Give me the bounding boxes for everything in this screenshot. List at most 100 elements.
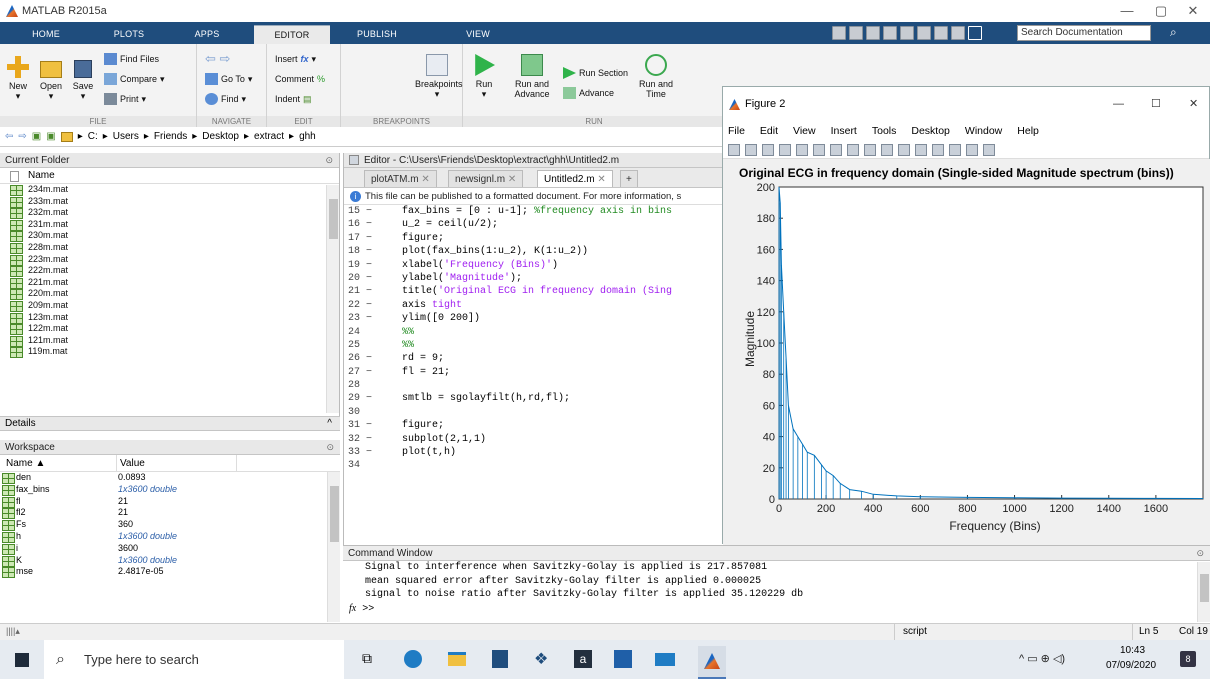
- run-button[interactable]: Run ▾: [471, 54, 497, 99]
- save-figure-icon[interactable]: [762, 143, 774, 156]
- amazon-icon[interactable]: a: [574, 650, 592, 668]
- list-item[interactable]: 209m.mat: [0, 300, 339, 312]
- command-prompt[interactable]: fx >>: [343, 602, 1210, 617]
- open-file-icon[interactable]: [745, 143, 757, 156]
- list-item[interactable]: 221m.mat: [0, 277, 339, 289]
- tab-plots[interactable]: PLOTS: [92, 25, 166, 44]
- code-line[interactable]: 33 − plot(t,h): [344, 446, 728, 459]
- list-item[interactable]: 121m.mat: [0, 335, 339, 347]
- print-button[interactable]: Print ▾: [104, 92, 146, 106]
- table-row[interactable]: fl2 21: [0, 507, 340, 520]
- comment-button[interactable]: Comment %: [275, 72, 325, 86]
- scrollbar-thumb[interactable]: [330, 486, 339, 542]
- breadcrumb-ghh[interactable]: ghh: [299, 131, 316, 142]
- back-forward-buttons[interactable]: ⇦ ⇨: [205, 52, 230, 66]
- code-line[interactable]: 30: [344, 406, 728, 419]
- help-icon[interactable]: [968, 26, 982, 40]
- menu-file[interactable]: File: [728, 121, 745, 141]
- indent-button[interactable]: Indent ▤: [275, 92, 312, 106]
- system-tray-icons[interactable]: ^ ▭ ⊕ ◁): [1019, 652, 1065, 665]
- table-row[interactable]: Fs 360: [0, 519, 340, 531]
- list-item[interactable]: 233m.mat: [0, 196, 339, 208]
- zoom-out-icon[interactable]: [830, 143, 842, 156]
- menu-insert[interactable]: Insert: [831, 121, 857, 141]
- panel-menu-icon[interactable]: ⊙: [1196, 546, 1204, 561]
- figure-minimize-button[interactable]: —: [1113, 87, 1124, 121]
- command-window[interactable]: Command Window ⊙ Signal to interference w…: [343, 545, 1210, 623]
- colorbar-icon[interactable]: [932, 143, 944, 156]
- windows-start-icon[interactable]: [15, 653, 29, 667]
- code-line[interactable]: 31 − figure;: [344, 419, 728, 432]
- tab-home[interactable]: HOME: [8, 25, 84, 44]
- photos-icon[interactable]: [614, 650, 632, 668]
- command-scrollbar[interactable]: [1197, 562, 1210, 622]
- mail-icon[interactable]: [655, 653, 675, 666]
- code-area[interactable]: 15 − fax_bins = [0 : u-1]; %frequency axi…: [344, 205, 728, 473]
- menu-help[interactable]: Help: [1017, 121, 1039, 141]
- run-section-button[interactable]: Run Section: [563, 66, 628, 80]
- column-header-name[interactable]: Name: [0, 168, 339, 184]
- code-line[interactable]: 24%%: [344, 326, 728, 339]
- rotate-icon[interactable]: [864, 143, 876, 156]
- table-row[interactable]: i 3600: [0, 543, 340, 555]
- paste-icon[interactable]: [900, 26, 914, 40]
- goto-button[interactable]: Go To ▾: [205, 72, 252, 86]
- redo-icon[interactable]: [934, 26, 948, 40]
- workspace-scrollbar[interactable]: [327, 472, 340, 622]
- breadcrumb-users[interactable]: Users: [113, 131, 139, 142]
- tab-plotatm[interactable]: plotATM.m ✕: [364, 170, 437, 187]
- panel-menu-icon[interactable]: ⊙: [325, 153, 333, 168]
- code-line[interactable]: 23 − ylim([0 200]): [344, 312, 728, 325]
- store-icon[interactable]: [492, 650, 508, 668]
- breadcrumb-friends[interactable]: Friends: [154, 131, 187, 142]
- list-item[interactable]: 220m.mat: [0, 288, 339, 300]
- tab-publish[interactable]: PUBLISH: [342, 25, 412, 44]
- list-item[interactable]: 231m.mat: [0, 219, 339, 231]
- pointer-icon[interactable]: [796, 143, 808, 156]
- insert-button[interactable]: Insert fx ▾: [275, 52, 316, 66]
- column-value[interactable]: Value: [116, 455, 145, 472]
- show-tools-icon[interactable]: [983, 143, 995, 156]
- close-button[interactable]: ✕: [1176, 0, 1210, 22]
- tab-view[interactable]: VIEW: [448, 25, 508, 44]
- task-view-icon[interactable]: ⧉: [362, 650, 372, 667]
- cut-icon[interactable]: [866, 26, 880, 40]
- table-row[interactable]: K 1x3600 double: [0, 555, 340, 567]
- code-line[interactable]: 20 − ylabel('Magnitude');: [344, 272, 728, 285]
- list-item[interactable]: 234m.mat: [0, 184, 339, 196]
- undo-icon[interactable]: [917, 26, 931, 40]
- list-item[interactable]: 119m.mat: [0, 346, 339, 358]
- list-item[interactable]: 123m.mat: [0, 312, 339, 324]
- breadcrumb-c[interactable]: C:: [88, 131, 98, 142]
- search-icon[interactable]: ⌕: [1170, 25, 1177, 40]
- list-item[interactable]: 228m.mat: [0, 242, 339, 254]
- spectrum-chart[interactable]: Original ECG in frequency domain (Single…: [723, 159, 1210, 545]
- code-line[interactable]: 34: [344, 459, 728, 472]
- brush-icon[interactable]: [898, 143, 910, 156]
- run-and-time-button[interactable]: Run and Time: [631, 54, 681, 99]
- code-line[interactable]: 22 − axis tight: [344, 299, 728, 312]
- table-row[interactable]: fl 21: [0, 496, 340, 508]
- menu-view[interactable]: View: [793, 121, 816, 141]
- code-line[interactable]: 18 − plot(fax_bins(1:u_2), K(1:u_2)): [344, 245, 728, 258]
- list-item[interactable]: 222m.mat: [0, 265, 339, 277]
- print-figure-icon[interactable]: [779, 143, 791, 156]
- tab-untitled2[interactable]: Untitled2.m ✕: [537, 170, 613, 187]
- expand-icon[interactable]: ^: [327, 417, 332, 431]
- code-line[interactable]: 26 − rd = 9;: [344, 352, 728, 365]
- save-button[interactable]: Save ▾: [70, 56, 96, 101]
- list-item[interactable]: 232m.mat: [0, 207, 339, 219]
- scrollbar-thumb[interactable]: [1200, 574, 1209, 602]
- new-button[interactable]: New ▾: [6, 56, 30, 101]
- open-button[interactable]: Open ▾: [38, 56, 64, 101]
- run-and-advance-button[interactable]: Run and Advance: [507, 54, 557, 99]
- folder-scrollbar[interactable]: [326, 185, 339, 413]
- fx-icon[interactable]: fx: [349, 603, 356, 614]
- code-line[interactable]: 32 − subplot(2,1,1): [344, 433, 728, 446]
- dropbox-icon[interactable]: ❖: [534, 649, 548, 669]
- find-files-button[interactable]: Find Files: [104, 52, 159, 66]
- table-row[interactable]: mse 2.4817e-05: [0, 566, 340, 579]
- new-figure-icon[interactable]: [728, 143, 740, 156]
- legend-icon[interactable]: [949, 143, 961, 156]
- clock-date[interactable]: 07/09/2020: [1106, 660, 1156, 671]
